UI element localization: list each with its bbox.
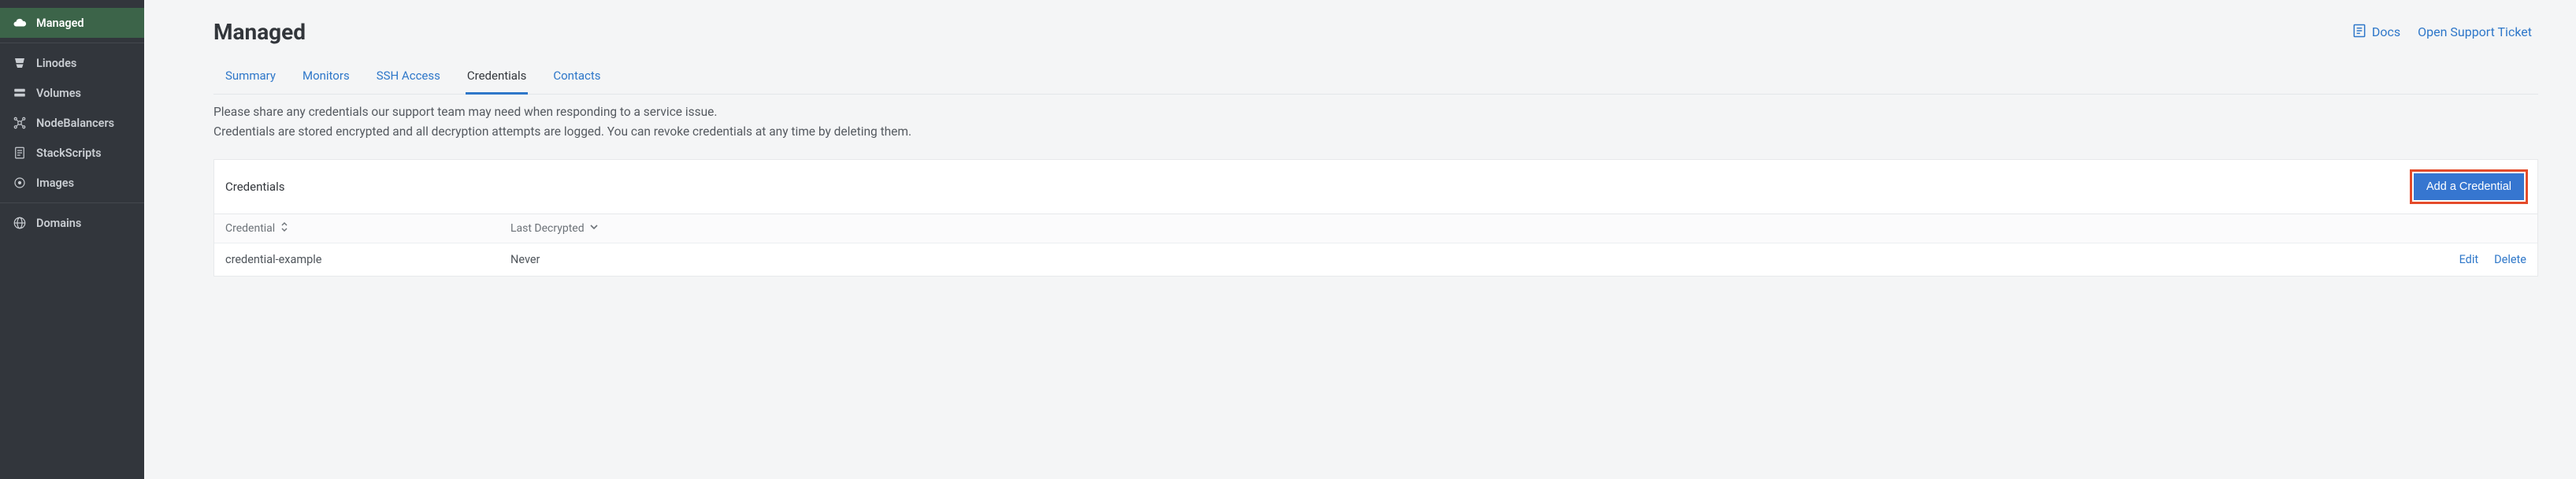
sidebar-item-volumes[interactable]: Volumes <box>0 78 144 108</box>
tabs: Summary Monitors SSH Access Credentials … <box>213 62 2538 95</box>
tab-monitors[interactable]: Monitors <box>301 62 351 95</box>
add-credential-highlight: Add a Credential <box>2410 169 2528 204</box>
delete-link[interactable]: Delete <box>2494 253 2526 266</box>
linode-icon <box>13 56 27 70</box>
support-ticket-link[interactable]: Open Support Ticket <box>2418 24 2532 39</box>
volumes-icon <box>13 86 27 100</box>
docs-label: Docs <box>2372 24 2400 39</box>
description: Please share any credentials our support… <box>213 102 2538 142</box>
sidebar-divider <box>0 202 144 203</box>
docs-icon <box>2351 23 2367 42</box>
description-line2: Credentials are stored encrypted and all… <box>213 122 2538 142</box>
globe-icon <box>13 216 27 230</box>
panel-header: Credentials Add a Credential <box>214 160 2537 214</box>
table-row: credential-example Never Edit Delete <box>214 243 2537 276</box>
tab-contacts[interactable]: Contacts <box>551 62 602 95</box>
docs-link[interactable]: Docs <box>2351 23 2400 42</box>
col-header-credential[interactable]: Credential <box>225 222 510 235</box>
header-links: Docs Open Support Ticket <box>2351 23 2532 42</box>
sidebar-item-domains[interactable]: Domains <box>0 208 144 238</box>
cell-actions: Edit Delete <box>2424 253 2526 266</box>
sidebar-item-label: Domains <box>36 217 81 230</box>
description-line1: Please share any credentials our support… <box>213 102 2538 122</box>
sidebar-item-label: Images <box>36 176 74 190</box>
chevron-down-icon <box>589 222 599 235</box>
cell-last-decrypted: Never <box>510 253 2424 266</box>
page-title: Managed <box>213 19 306 45</box>
col-header-credential-label: Credential <box>225 222 275 235</box>
sidebar-item-nodebalancers[interactable]: NodeBalancers <box>0 108 144 138</box>
cell-credential-name: credential-example <box>225 253 510 266</box>
add-credential-button[interactable]: Add a Credential <box>2414 173 2524 200</box>
panel-title: Credentials <box>225 180 284 194</box>
sidebar-item-stackscripts[interactable]: StackScripts <box>0 138 144 168</box>
col-header-decrypted[interactable]: Last Decrypted <box>510 222 2424 235</box>
stackscripts-icon <box>13 146 27 160</box>
sidebar-item-images[interactable]: Images <box>0 168 144 198</box>
table-head: Credential Last Decrypted <box>214 214 2537 243</box>
nodebalancers-icon <box>13 116 27 130</box>
sidebar-item-managed[interactable]: Managed <box>0 8 144 38</box>
tab-ssh-access[interactable]: SSH Access <box>375 62 442 95</box>
main-content: Managed Docs Open Support Ticket Summary… <box>144 0 2576 479</box>
cloud-icon <box>13 16 27 30</box>
tab-credentials[interactable]: Credentials <box>466 62 528 95</box>
sort-icon <box>280 222 289 235</box>
sidebar-item-label: Managed <box>36 17 84 30</box>
header-row: Managed Docs Open Support Ticket <box>213 19 2538 45</box>
sidebar: Managed Linodes Volumes NodeBalancers S <box>0 0 144 479</box>
sidebar-item-label: NodeBalancers <box>36 117 114 130</box>
sidebar-item-linodes[interactable]: Linodes <box>0 48 144 78</box>
sidebar-item-label: Linodes <box>36 57 76 70</box>
col-header-decrypted-label: Last Decrypted <box>510 222 585 235</box>
tab-summary[interactable]: Summary <box>224 62 277 95</box>
edit-link[interactable]: Edit <box>2459 253 2479 266</box>
col-header-actions <box>2424 222 2526 235</box>
sidebar-item-label: StackScripts <box>36 147 102 160</box>
credentials-panel: Credentials Add a Credential Credential … <box>213 159 2538 277</box>
sidebar-item-label: Volumes <box>36 87 81 100</box>
images-icon <box>13 176 27 190</box>
